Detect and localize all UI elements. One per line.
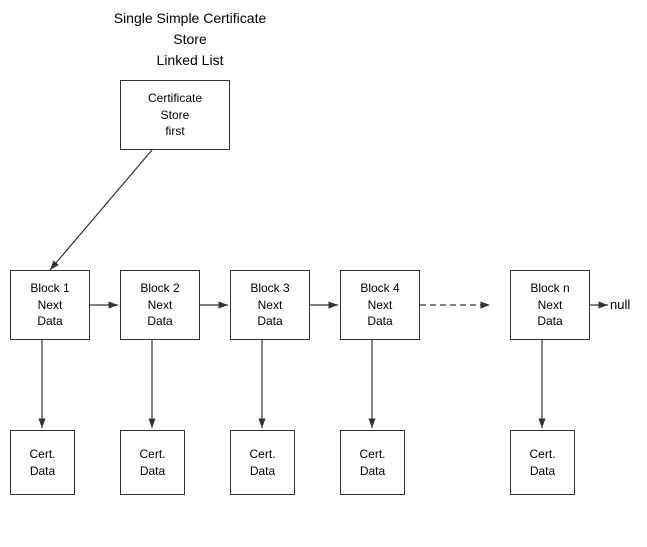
block-1: Block 1NextData	[10, 270, 90, 340]
cert-data-4: Cert.Data	[340, 430, 405, 495]
block-2: Block 2NextData	[120, 270, 200, 340]
cert-data-1: Cert.Data	[10, 430, 75, 495]
title-line1: Single Simple Certificate	[114, 10, 267, 26]
cert-store-box: CertificateStorefirst	[120, 80, 230, 150]
diagram: Single Simple Certificate Store Linked L…	[0, 0, 647, 547]
block-4: Block 4NextData	[340, 270, 420, 340]
title-line2: Store	[173, 31, 206, 47]
block-3: Block 3NextData	[230, 270, 310, 340]
null-label: null	[610, 297, 630, 312]
title-line3: Linked List	[157, 52, 224, 68]
diagram-title: Single Simple Certificate Store Linked L…	[60, 8, 320, 71]
cert-data-2: Cert.Data	[120, 430, 185, 495]
cert-store-label: CertificateStorefirst	[148, 90, 202, 140]
cert-data-n: Cert.Data	[510, 430, 575, 495]
block-n: Block nNextData	[510, 270, 590, 340]
cert-data-3: Cert.Data	[230, 430, 295, 495]
